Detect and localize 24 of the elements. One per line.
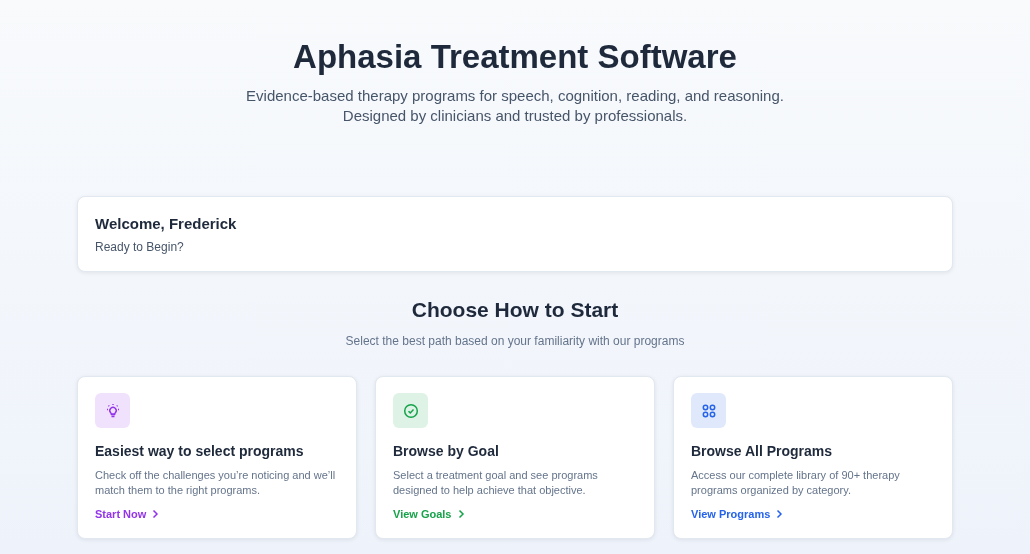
card-description: Check off the challenges you’re noticing and we’ll match them to the right programs. [95,468,337,498]
page-subtitle: Designed by clinicians and trusted by professionals. [342,106,688,126]
section-title: Choose How to Start [410,298,620,322]
grid-icon [700,402,717,419]
check-circle-icon [402,402,419,419]
lightbulb-icon [104,402,121,419]
option-card[interactable]: Browse All Programs Access our complete library of 90+ therapy programs organized by category. View Programs [673,376,953,539]
card-title: Easiest way to select programs [95,443,304,459]
page-title: Aphasia Treatment Software [292,37,738,77]
welcome-title: Welcome, Frederick [95,215,238,232]
chevron-icon [152,509,160,519]
chevron-icon [776,509,784,519]
option-card[interactable]: Browse by Goal Select a treatment goal and see programs designed to help achieve that objective. View Goals [375,376,655,539]
page-subtitle: Evidence-based therapy programs for speech, cognition, reading, and reasoning. [246,86,784,106]
section-subtitle: Select the best path based on your familiarity with our programs [345,334,685,348]
card-description: Select a treatment goal and see programs designed to help achieve that objective. [393,468,599,498]
option-card[interactable]: Easiest way to select programs Check off the challenges you’re noticing and we’ll match them to the right programs. Start Now [77,376,357,539]
card-title: Browse by Goal [393,443,499,459]
card-link[interactable]: Start Now [95,508,160,520]
card-link[interactable]: View Programs [691,508,784,520]
card-description: Access our complete library of 90+ therapy programs organized by category. [691,468,901,498]
chevron-icon [457,509,465,519]
welcome-subtitle: Ready to Begin? [95,240,185,254]
card-title: Browse All Programs [691,443,833,459]
